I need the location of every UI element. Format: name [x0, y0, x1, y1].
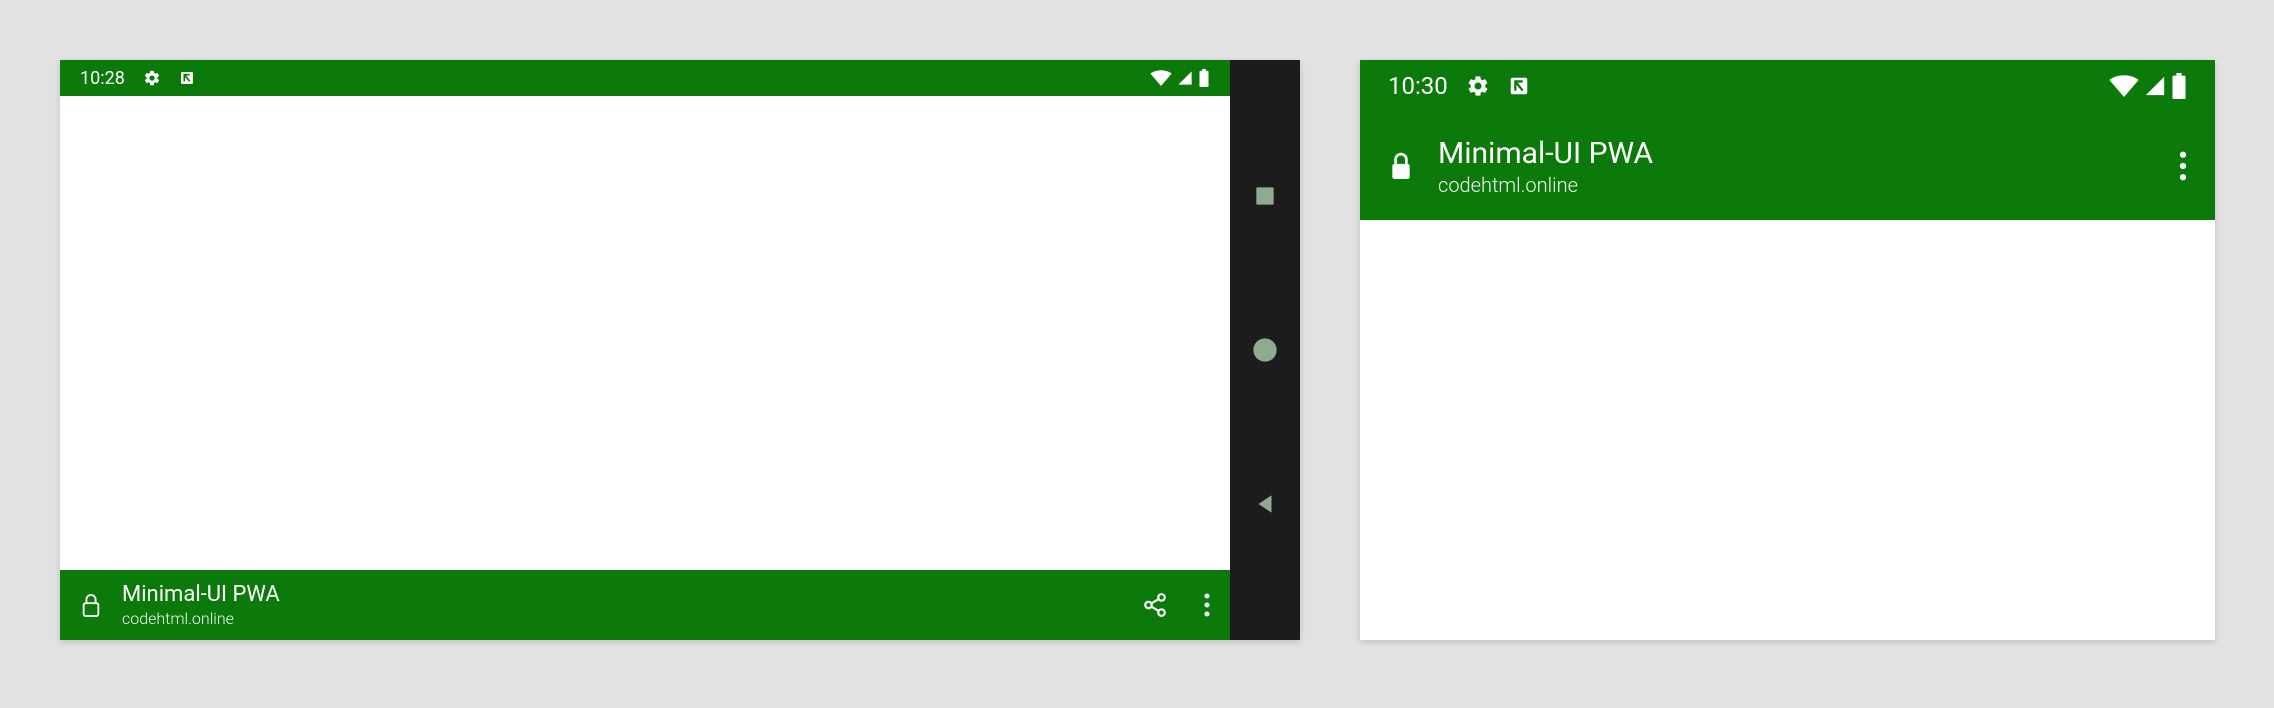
status-time: 10:28 [80, 68, 125, 89]
screen: 10:28 [60, 60, 1230, 640]
status-time: 10:30 [1388, 72, 1448, 100]
app-title: Minimal-UI PWA [122, 582, 280, 607]
device-landscape: 10:28 [60, 60, 1300, 640]
battery-icon [2171, 73, 2187, 99]
more-icon[interactable] [2179, 151, 2187, 181]
app-bar: Minimal-UI PWA codehtml.online [60, 570, 1230, 640]
signal-icon [2143, 75, 2167, 97]
device-portrait: 10:30 Minimal-UI PWA codeht [1360, 60, 2215, 640]
signal-icon [1176, 70, 1194, 86]
app-title: Minimal-UI PWA [1438, 136, 1653, 171]
nav-overview-button[interactable] [1252, 183, 1278, 209]
nav-home-button[interactable] [1251, 336, 1279, 364]
app-host: codehtml.online [1438, 173, 1653, 197]
app-badge-icon [1508, 75, 1530, 97]
wifi-icon [2109, 75, 2139, 97]
status-bar: 10:30 [1360, 60, 2215, 112]
webview-content[interactable] [60, 96, 1230, 570]
app-host: codehtml.online [122, 609, 280, 628]
lock-icon [80, 592, 102, 618]
more-icon[interactable] [1204, 593, 1210, 617]
system-nav-bar [1230, 60, 1300, 640]
share-icon[interactable] [1142, 592, 1168, 618]
status-bar: 10:28 [60, 60, 1230, 96]
wifi-icon [1150, 70, 1172, 86]
lock-icon [1388, 150, 1414, 182]
battery-icon [1198, 69, 1210, 87]
app-bar: Minimal-UI PWA codehtml.online [1360, 112, 2215, 220]
nav-back-button[interactable] [1252, 491, 1278, 517]
app-badge-icon [179, 70, 195, 86]
settings-icon [1466, 74, 1490, 98]
settings-icon [143, 69, 161, 87]
webview-content[interactable] [1360, 220, 2215, 640]
